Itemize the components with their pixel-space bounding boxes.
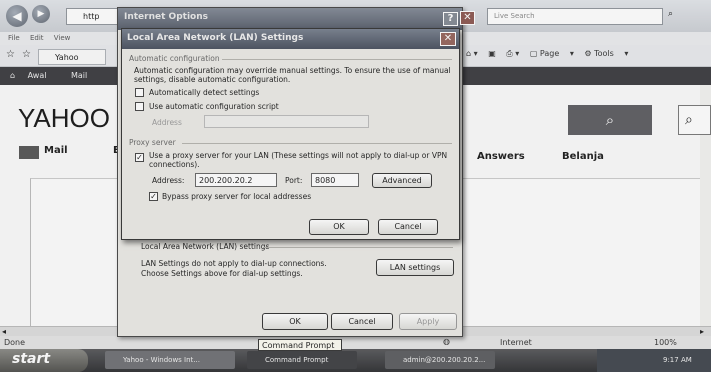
start-button[interactable]: start	[0, 349, 88, 372]
close-icon[interactable]: ✕	[440, 32, 456, 46]
search-icon[interactable]: ⌕	[668, 9, 684, 24]
status-text: Done	[4, 338, 26, 347]
web-search-button[interactable]: ⌕	[678, 105, 711, 135]
status-bar: Done ◍ Internet 100%	[0, 336, 711, 349]
auto-detect-checkbox[interactable]	[135, 88, 144, 97]
favorites-star-icon[interactable]: ☆	[6, 49, 15, 60]
globe-icon: ◍	[443, 337, 450, 346]
add-favorites-icon[interactable]: ☆	[22, 49, 31, 60]
port-input[interactable]: 8080	[311, 173, 359, 187]
lan-settings-dialog: Local Area Network (LAN) Settings ✕ Auto…	[121, 28, 460, 240]
search-icon: ⌕	[685, 112, 693, 128]
tools-menu[interactable]: ⚙ Tools ▾	[584, 49, 628, 58]
use-proxy-checkbox[interactable]: ✓	[135, 153, 144, 162]
auto-config-group-label: Automatic configuration	[129, 54, 220, 63]
nav-mail[interactable]: Mail	[71, 71, 87, 80]
taskbar-item-cmd[interactable]: Command Prompt	[247, 351, 357, 369]
menu-file[interactable]: File	[8, 34, 20, 42]
answers-link[interactable]: Answers	[477, 151, 525, 162]
feeds-icon[interactable]: ▣	[488, 49, 496, 58]
cancel-button[interactable]: Cancel	[331, 313, 393, 330]
zone-label: Internet	[500, 338, 532, 347]
script-address-input	[204, 115, 369, 128]
group-divider	[182, 143, 452, 144]
close-icon[interactable]: ✕	[460, 11, 475, 25]
command-bar: ⌂ ▾ ▣ ⎙ ▾ ▢ Page ▾ ⚙ Tools ▾	[466, 49, 711, 65]
dialog-title: Local Area Network (LAN) Settings	[122, 29, 459, 49]
group-divider	[222, 59, 452, 60]
yahoo-search-button[interactable]: ⌕	[568, 105, 652, 135]
nav-awal[interactable]: Awal	[28, 71, 47, 80]
home-icon[interactable]: ⌂	[10, 71, 15, 80]
search-icon: ⌕	[605, 111, 615, 129]
system-tray: 9:17 AM	[597, 349, 711, 372]
menu-view[interactable]: View	[54, 34, 71, 42]
yahoo-logo[interactable]: YAHOO	[18, 103, 110, 134]
taskbar-item-admin[interactable]: admin@200.200.20.2...	[385, 351, 495, 369]
auto-detect-label[interactable]: Automatically detect settings	[149, 88, 259, 97]
cancel-button[interactable]: Cancel	[378, 219, 438, 235]
auto-script-checkbox[interactable]	[135, 102, 144, 111]
port-label: Port:	[285, 176, 303, 185]
page-menu[interactable]: ▢ Page ▾	[530, 49, 574, 58]
task-label: Command Prompt	[265, 356, 329, 364]
lan-note: LAN Settings do not apply to dial-up con…	[141, 259, 327, 278]
zoom-level[interactable]: 100%	[654, 338, 677, 347]
ok-button[interactable]: OK	[309, 219, 369, 235]
clock[interactable]: 9:17 AM	[663, 356, 692, 364]
browser-tab-yahoo[interactable]: Yahoo	[38, 49, 106, 65]
advanced-button[interactable]: Advanced	[372, 173, 432, 188]
address-bar[interactable]: http	[66, 8, 122, 25]
apply-button[interactable]: Apply	[399, 313, 457, 330]
belanja-link[interactable]: Belanja	[562, 151, 604, 162]
tooltip: Command Prompt	[258, 339, 342, 351]
group-divider	[263, 247, 453, 248]
scroll-left-icon[interactable]: ◂	[2, 327, 6, 336]
search-input[interactable]: Live Search	[487, 8, 663, 25]
ok-button[interactable]: OK	[262, 313, 328, 330]
proxy-address-label: Address:	[152, 176, 185, 185]
help-icon[interactable]: ?	[443, 12, 458, 26]
dialog-title: Internet Options	[118, 8, 462, 30]
task-label: Yahoo - Windows Int...	[123, 356, 200, 364]
auto-script-label[interactable]: Use automatic configuration script	[149, 102, 279, 111]
print-icon[interactable]: ⎙ ▾	[506, 49, 519, 58]
auto-config-note: Automatic configuration may override man…	[134, 66, 451, 84]
script-address-label: Address	[152, 118, 182, 127]
proxy-address-input[interactable]: 200.200.20.2	[195, 173, 277, 187]
bypass-checkbox[interactable]: ✓	[149, 192, 158, 201]
use-proxy-label[interactable]: Use a proxy server for your LAN (These s…	[149, 151, 449, 169]
mail-icon[interactable]	[19, 146, 39, 159]
proxy-group-label: Proxy server	[129, 138, 176, 147]
lan-group-label: Local Area Network (LAN) settings	[141, 242, 270, 251]
lan-settings-button[interactable]: LAN settings	[376, 259, 454, 276]
forward-arrow-icon[interactable]: ▶	[32, 5, 50, 23]
bypass-label[interactable]: Bypass proxy server for local addresses	[162, 192, 311, 201]
scroll-right-icon[interactable]: ▸	[700, 327, 704, 336]
mail-link[interactable]: Mail	[44, 145, 68, 156]
taskbar-item-ie[interactable]: Yahoo - Windows Int...	[105, 351, 235, 369]
menu-edit[interactable]: Edit	[30, 34, 44, 42]
back-arrow-icon[interactable]: ◀	[6, 5, 28, 27]
home-icon[interactable]: ⌂ ▾	[466, 49, 478, 58]
task-label: admin@200.200.20.2...	[403, 356, 486, 364]
tab-label: Yahoo	[55, 53, 79, 62]
start-label: start	[12, 351, 51, 367]
